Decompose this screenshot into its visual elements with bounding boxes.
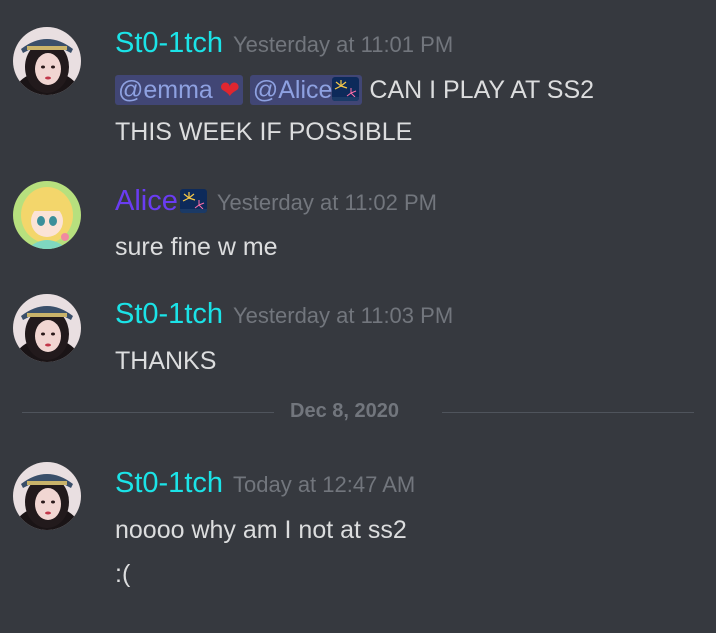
user-avatar[interactable]	[13, 181, 81, 249]
username[interactable]: St0-1tch	[115, 27, 223, 59]
fireworks-emoji-icon	[332, 77, 360, 101]
user-avatar[interactable]	[13, 294, 81, 362]
timestamp: Yesterday at 11:02 PM	[216, 190, 437, 215]
avatar-alice-icon	[13, 181, 81, 249]
fireworks-emoji-icon	[179, 189, 207, 213]
message-text-line-2: :(	[115, 560, 131, 588]
date-divider-label: Dec 8, 2020	[290, 400, 399, 422]
username[interactable]: St0-1tch	[115, 298, 223, 330]
username[interactable]: St0-1tch	[115, 467, 223, 499]
date-divider-line-left	[22, 412, 274, 413]
message-content: @emma ❤ @Alice CAN I PLAY AT SS2	[115, 75, 595, 105]
mention-text: @emma	[118, 76, 213, 104]
timestamp: Yesterday at 11:01 PM	[233, 32, 454, 57]
message-text: noooo why am I not at ss2	[115, 516, 407, 544]
message-text: THANKS	[115, 347, 217, 375]
message-text: CAN I PLAY AT SS2	[369, 76, 595, 104]
message-text-line-2: THIS WEEK IF POSSIBLE	[115, 118, 413, 146]
avatar-st01tch-icon	[13, 27, 81, 95]
timestamp: Yesterday at 11:03 PM	[233, 303, 454, 328]
avatar-st01tch-icon	[13, 462, 81, 530]
user-avatar[interactable]	[13, 462, 81, 530]
username[interactable]: Alice	[115, 185, 178, 217]
mention-alice[interactable]: @Alice	[249, 75, 363, 105]
mention-emma[interactable]: @emma ❤	[115, 75, 243, 105]
user-avatar[interactable]	[13, 27, 81, 95]
mention-text: @Alice	[252, 76, 333, 104]
date-divider-line-right	[442, 412, 694, 413]
message-text: sure fine w me	[115, 233, 278, 261]
avatar-st01tch-icon	[13, 294, 81, 362]
timestamp: Today at 12:47 AM	[233, 472, 416, 497]
red-heart-emoji-icon: ❤	[219, 77, 240, 104]
